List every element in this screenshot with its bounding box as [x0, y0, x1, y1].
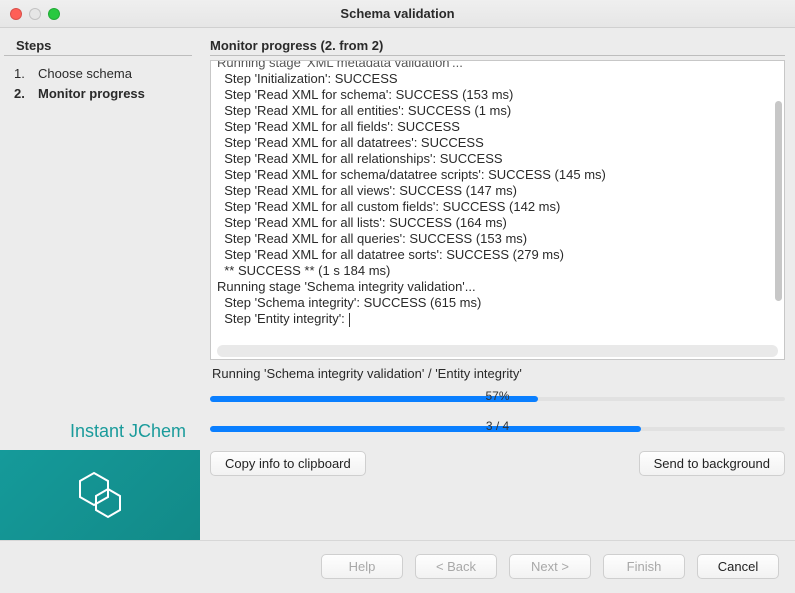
log-line: Step 'Read XML for all views': SUCCESS (…: [217, 183, 778, 199]
step-number: 2.: [14, 84, 28, 104]
finish-button[interactable]: Finish: [603, 554, 685, 579]
progress-stage: 3 / 4: [210, 417, 785, 439]
log-line: Step 'Read XML for schema': SUCCESS (153…: [217, 87, 778, 103]
progress-overall: 57%: [210, 387, 785, 409]
cancel-button[interactable]: Cancel: [697, 554, 779, 579]
next-button[interactable]: Next >: [509, 554, 591, 579]
log-output[interactable]: Running stage 'XML metadata validation'.…: [210, 60, 785, 360]
steps-header: Steps: [4, 38, 192, 56]
log-line: Step 'Read XML for all relationships': S…: [217, 151, 778, 167]
log-line: Step 'Read XML for schema/datatree scrip…: [217, 167, 778, 183]
log-line: Step 'Read XML for all datatrees': SUCCE…: [217, 135, 778, 151]
help-button[interactable]: Help: [321, 554, 403, 579]
log-line: Step 'Read XML for all fields': SUCCESS: [217, 119, 778, 135]
log-line: ** SUCCESS ** (1 s 184 ms): [217, 263, 778, 279]
copy-info-button[interactable]: Copy info to clipboard: [210, 451, 366, 476]
log-line: Step 'Read XML for all custom fields': S…: [217, 199, 778, 215]
log-line: Step 'Read XML for all datatree sorts': …: [217, 247, 778, 263]
back-button[interactable]: < Back: [415, 554, 497, 579]
step-label: Monitor progress: [38, 84, 145, 104]
step-number: 1.: [14, 64, 28, 84]
log-line: Step 'Schema integrity': SUCCESS (615 ms…: [217, 295, 778, 311]
log-line: Step 'Initialization': SUCCESS: [217, 71, 778, 87]
step-label: Choose schema: [38, 64, 132, 84]
log-line: Step 'Read XML for all queries': SUCCESS…: [217, 231, 778, 247]
send-to-background-button[interactable]: Send to background: [639, 451, 785, 476]
progress-overall-label: 57%: [485, 389, 509, 403]
wizard-footer: Help < Back Next > Finish Cancel: [0, 540, 795, 592]
log-text[interactable]: Running stage 'XML metadata validation'.…: [211, 61, 784, 345]
titlebar: Schema validation: [0, 0, 795, 28]
scrollbar-vertical[interactable]: [775, 101, 782, 301]
molecule-icon: [72, 469, 128, 521]
status-text: Running 'Schema integrity validation' / …: [212, 366, 783, 381]
branding-text: Instant JChem: [0, 421, 200, 442]
branding-tile: [0, 450, 200, 540]
step-monitor-progress: 2. Monitor progress: [14, 84, 190, 104]
page-title: Monitor progress (2. from 2): [210, 38, 785, 56]
log-line: Step 'Entity integrity':: [217, 311, 778, 327]
log-line: Running stage 'Schema integrity validati…: [217, 279, 778, 295]
wizard-sidebar: Steps 1. Choose schema 2. Monitor progre…: [0, 28, 200, 540]
text-caret: [349, 313, 350, 327]
window-title: Schema validation: [0, 6, 795, 21]
log-line: Running stage 'XML metadata validation'.…: [217, 61, 778, 71]
log-line: Step 'Read XML for all lists': SUCCESS (…: [217, 215, 778, 231]
step-choose-schema: 1. Choose schema: [14, 64, 190, 84]
log-line: Step 'Read XML for all entities': SUCCES…: [217, 103, 778, 119]
scrollbar-horizontal[interactable]: [217, 345, 778, 357]
progress-stage-label: 3 / 4: [486, 419, 509, 433]
